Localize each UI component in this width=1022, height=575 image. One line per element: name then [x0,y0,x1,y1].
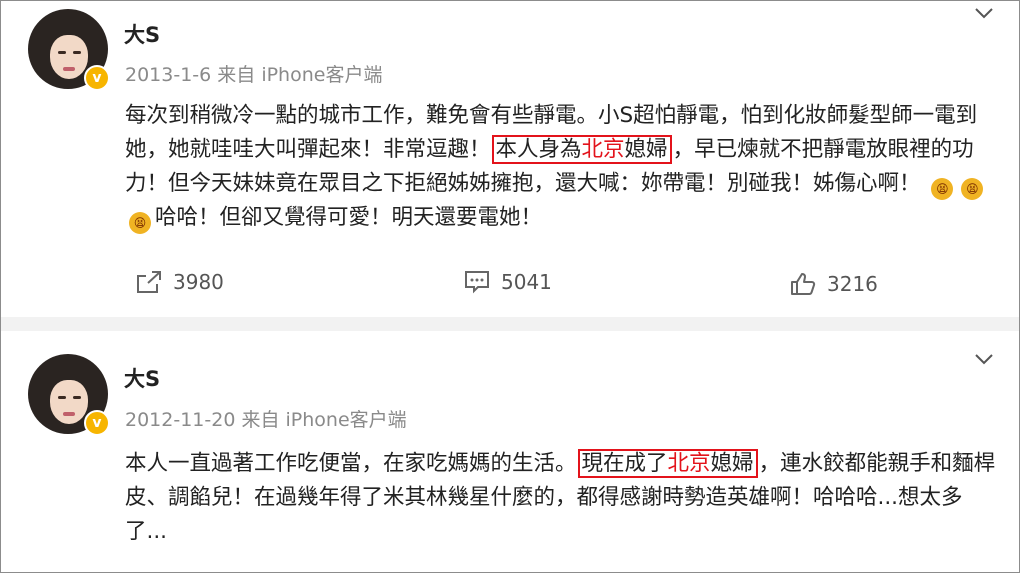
comment-count: 5041 [501,270,552,294]
action-bar: 3980 5041 3216 [1,265,1019,305]
laughing-emoji-icon: 😫 [129,212,151,234]
avatar-mouth [63,67,75,71]
post-text: 每次到稍微冷一點的城市工作，難免會有些靜電。小S超怕靜電，怕到化妝師髮型師一電到… [125,99,997,235]
highlight-text: 媳婦 [710,451,754,476]
post-meta: 2012-11-20 来自 iPhone客户端 [125,409,407,431]
post-text-part: 本人一直過著工作吃便當，在家吃媽媽的生活。 [125,451,577,476]
post-meta: 2013-1-6 来自 iPhone客户端 [125,64,383,86]
laughing-emoji-icon: 😫 [931,178,954,200]
highlight-red-text: 北京 [667,451,711,476]
post-text: 本人一直過著工作吃便當，在家吃媽媽的生活。 現在成了北京媳婦 ，連水餃都能親手和麵桿… [125,447,997,549]
avatar-eye [58,396,66,399]
chevron-down-icon[interactable] [973,5,995,27]
avatar-eye [58,51,66,54]
highlight-text: 現在成了 [581,451,668,476]
comment-icon [465,271,489,294]
like-button[interactable]: 3216 [789,271,878,297]
highlight-red-text: 北京 [581,137,625,162]
weibo-post: v 大S 2012-11-20 来自 iPhone客户端 本人一直過著工作吃便當… [1,331,1019,572]
avatar-face [50,35,88,79]
comment-button[interactable]: 5041 [463,269,552,295]
laughing-emoji-icon: 😫 [961,178,984,200]
thumbs-up-icon [791,273,816,295]
avatar[interactable]: v [28,354,110,436]
verified-badge-icon: v [84,410,110,436]
verified-badge-icon: v [84,65,110,91]
avatar-mouth [63,412,75,416]
highlight-box: 本人身為北京媳婦 [491,135,672,164]
share-icon [137,271,161,293]
avatar-face [50,380,88,424]
like-count: 3216 [827,272,878,296]
weibo-post: v 大S 2013-1-6 来自 iPhone客户端 每次到稍微冷一點的城市工作… [1,1,1019,317]
avatar-eye [73,396,81,399]
author-name[interactable]: 大S [124,363,160,393]
share-count: 3980 [173,270,224,294]
chevron-down-icon[interactable] [973,351,995,373]
avatar-eye [73,51,81,54]
author-name[interactable]: 大S [124,19,160,49]
avatar[interactable]: v [28,9,110,91]
post-text-part: 哈哈！但卻又覺得可愛！明天還要電她！ [155,205,543,230]
highlight-text: 媳婦 [624,137,668,162]
highlight-text: 本人身為 [495,137,582,162]
post-separator [1,317,1019,331]
highlight-box: 現在成了北京媳婦 [577,449,758,478]
share-button[interactable]: 3980 [135,269,224,295]
